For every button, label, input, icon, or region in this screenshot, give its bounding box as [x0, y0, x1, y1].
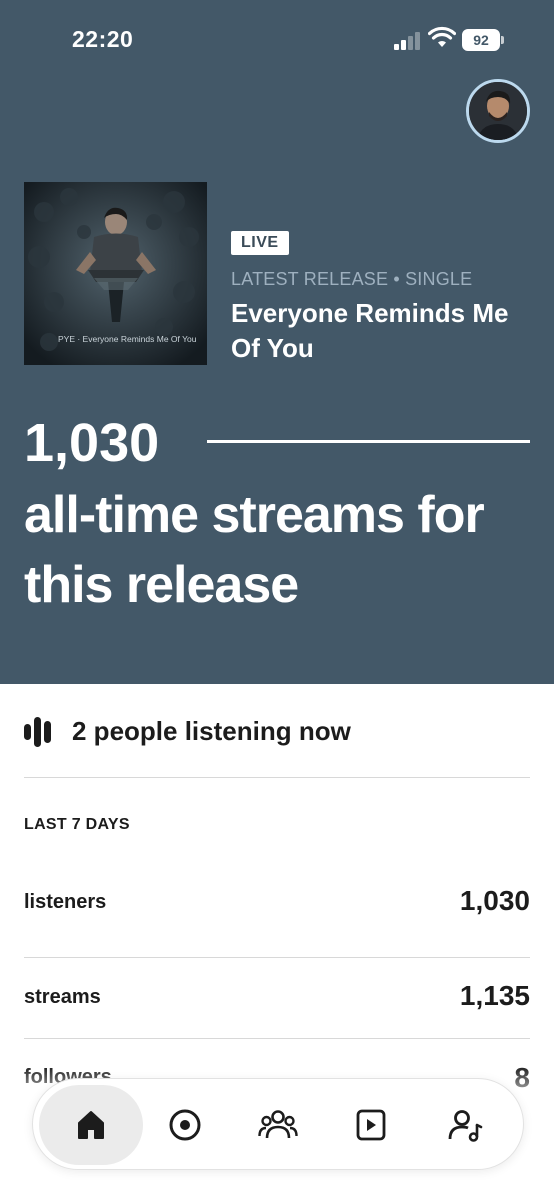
- all-time-streams-caption: all-time streams for this release: [24, 486, 485, 614]
- avatar-portrait: [469, 82, 527, 140]
- release-type-label: LATEST RELEASE • SINGLE: [231, 269, 473, 289]
- battery-icon: 92: [462, 29, 500, 51]
- status-time: 22:20: [72, 26, 134, 52]
- release-cover-art[interactable]: PYE · Everyone Reminds Me Of You: [24, 182, 207, 365]
- listening-now-text: 2 people listening now: [72, 716, 351, 746]
- bottom-nav-bar: [32, 1078, 524, 1170]
- nav-home[interactable]: [39, 1085, 143, 1165]
- live-status-badge: LIVE: [231, 231, 289, 255]
- nav-profile[interactable]: [413, 1085, 517, 1165]
- cover-caption: PYE · Everyone Reminds Me Of You: [58, 334, 197, 344]
- listening-now-row: 2 people listening now: [24, 716, 351, 747]
- target-icon: [169, 1109, 201, 1141]
- home-icon: [78, 1111, 104, 1139]
- nav-releases[interactable]: [133, 1085, 237, 1165]
- stat-label-listeners: listeners: [24, 891, 107, 913]
- cellular-signal-icon: [394, 30, 422, 50]
- stat-divider: [24, 1038, 530, 1039]
- profile-icon: [448, 1110, 483, 1142]
- all-time-streams-count: 1,030: [24, 413, 160, 473]
- battery-level: 92: [473, 32, 489, 48]
- battery-cap: [501, 36, 504, 44]
- status-bar: 22:20 92: [0, 0, 554, 80]
- nav-audience[interactable]: [226, 1085, 330, 1165]
- stat-label-streams: streams: [24, 986, 101, 1008]
- stat-value-streams: 1,135: [459, 980, 530, 1011]
- stat-divider: [24, 957, 530, 958]
- last-7-days-heading: LAST 7 DAYS: [24, 816, 130, 833]
- audience-icon: [258, 1110, 298, 1139]
- section-divider: [24, 777, 530, 778]
- music-icon: [356, 1109, 386, 1141]
- nav-music[interactable]: [319, 1085, 423, 1165]
- equalizer-icon: [24, 716, 62, 747]
- stat-value-listeners: 1,030: [459, 885, 530, 916]
- release-title[interactable]: Everyone Reminds Me Of You: [231, 296, 531, 366]
- profile-avatar[interactable]: [466, 79, 530, 143]
- release-hero: 22:20 92 PYE · Everyone Reminds Me Of Yo…: [0, 0, 554, 684]
- decorative-rule: [207, 440, 530, 443]
- wifi-icon: [428, 26, 456, 47]
